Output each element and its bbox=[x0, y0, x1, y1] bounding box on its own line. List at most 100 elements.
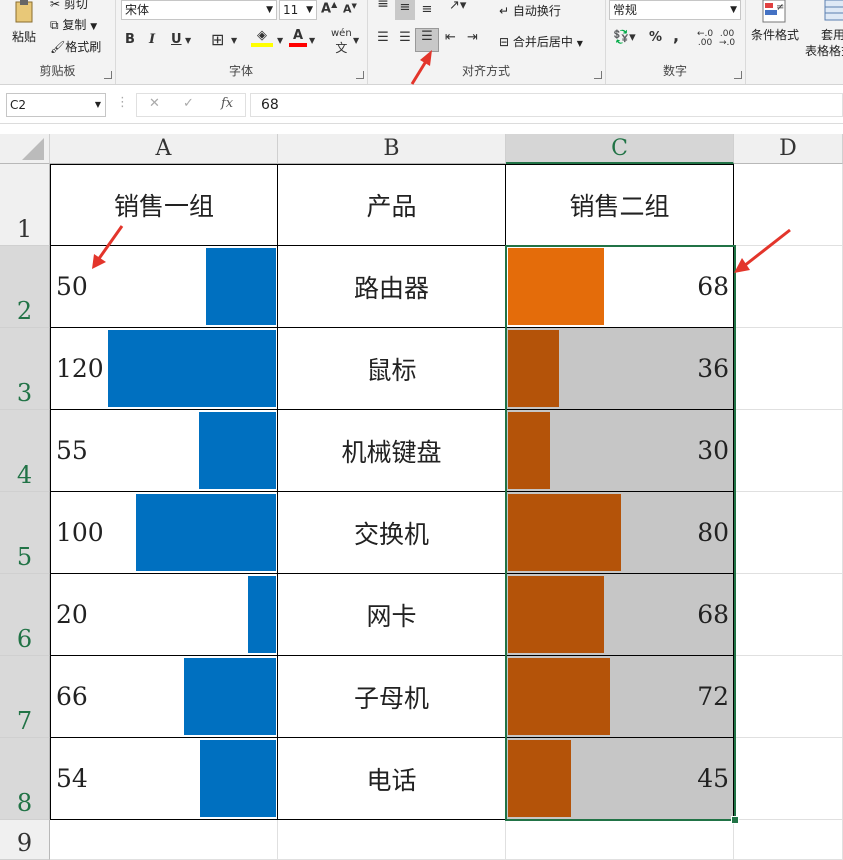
formula-input[interactable]: 68 bbox=[250, 93, 843, 117]
header-cell[interactable]: 产品 bbox=[278, 164, 506, 246]
wrap-text-button[interactable]: ↵ 自动换行 bbox=[499, 2, 561, 19]
format-as-table-button-line2[interactable]: 表格格式 bbox=[805, 42, 843, 59]
decrease-font-button[interactable]: A▼ bbox=[343, 2, 357, 16]
chevron-down-icon[interactable]: ▼ bbox=[277, 36, 283, 45]
select-all-button[interactable] bbox=[0, 134, 50, 164]
increase-font-button[interactable]: A▲ bbox=[321, 0, 337, 16]
group2-cell[interactable]: 80 bbox=[506, 492, 734, 574]
chevron-down-icon[interactable]: ▼ bbox=[309, 36, 315, 45]
group2-cell[interactable]: 30 bbox=[506, 410, 734, 492]
cut-button[interactable]: ✂ 剪切 bbox=[50, 0, 88, 12]
empty-cell[interactable] bbox=[734, 492, 843, 574]
empty-cell[interactable] bbox=[734, 656, 843, 738]
group1-cell[interactable]: 100 bbox=[50, 492, 278, 574]
row-header[interactable]: 3 bbox=[0, 328, 50, 410]
orientation-icon[interactable]: ↗▾ bbox=[449, 0, 466, 13]
underline-button[interactable]: U bbox=[171, 32, 182, 47]
group2-cell[interactable]: 36 bbox=[506, 328, 734, 410]
chevron-down-icon[interactable]: ▼ bbox=[185, 36, 191, 45]
group2-cell[interactable]: 72 bbox=[506, 656, 734, 738]
accounting-format-icon[interactable]: 💱▾ bbox=[613, 30, 636, 45]
product-cell[interactable]: 机械键盘 bbox=[278, 410, 506, 492]
group1-cell[interactable]: 54 bbox=[50, 738, 278, 820]
increase-decimal-icon[interactable]: ←.0.00 bbox=[697, 30, 713, 48]
align-left-icon[interactable]: ☰ bbox=[373, 30, 393, 45]
empty-cell[interactable] bbox=[734, 820, 843, 860]
group2-cell[interactable]: 68 bbox=[506, 246, 734, 328]
paste-button[interactable]: 粘贴 bbox=[12, 28, 36, 45]
column-header-c[interactable]: C bbox=[506, 134, 734, 164]
row-header[interactable]: 6 bbox=[0, 574, 50, 656]
row-header[interactable]: 8 bbox=[0, 738, 50, 820]
alignment-dialog-launcher-icon[interactable] bbox=[594, 71, 602, 79]
increase-indent-icon[interactable]: ⇥ bbox=[467, 30, 478, 45]
copy-button[interactable]: ⧉ 复制 ▼ bbox=[50, 16, 97, 33]
group2-cell[interactable]: 68 bbox=[506, 574, 734, 656]
merge-center-button[interactable]: ⊟ 合并后居中 ▼ bbox=[499, 33, 583, 50]
cancel-icon[interactable]: ✕ bbox=[149, 96, 160, 111]
column-header-a[interactable]: A bbox=[50, 134, 278, 164]
group1-cell[interactable]: 20 bbox=[50, 574, 278, 656]
product-cell[interactable]: 网卡 bbox=[278, 574, 506, 656]
name-box[interactable]: C2 ▼ bbox=[6, 93, 106, 117]
clipboard-dialog-launcher-icon[interactable] bbox=[104, 71, 112, 79]
product-cell[interactable]: 子母机 bbox=[278, 656, 506, 738]
bold-button[interactable]: B bbox=[125, 32, 135, 47]
column-header-d[interactable]: D bbox=[734, 134, 843, 164]
empty-cell[interactable] bbox=[734, 246, 843, 328]
empty-cell[interactable] bbox=[734, 574, 843, 656]
empty-cell[interactable] bbox=[734, 328, 843, 410]
product-cell[interactable]: 电话 bbox=[278, 738, 506, 820]
product-cell[interactable]: 交换机 bbox=[278, 492, 506, 574]
header-cell[interactable]: 销售二组 bbox=[506, 164, 734, 246]
insert-function-button[interactable]: fx bbox=[221, 96, 233, 111]
number-format-select[interactable]: 常规 ▼ bbox=[609, 0, 741, 20]
empty-cell[interactable] bbox=[50, 820, 278, 860]
enter-icon[interactable]: ✓ bbox=[183, 96, 194, 111]
header-cell[interactable]: 销售一组 bbox=[50, 164, 278, 246]
chevron-down-icon[interactable]: ▼ bbox=[231, 36, 237, 45]
font-name-select[interactable]: 宋体 ▼ bbox=[121, 0, 277, 20]
borders-icon[interactable]: ⊞ bbox=[211, 30, 224, 49]
empty-cell[interactable] bbox=[734, 738, 843, 820]
chevron-down-icon[interactable]: ▼ bbox=[353, 36, 359, 45]
format-as-table-button-line1[interactable]: 套用 bbox=[821, 26, 843, 43]
row-header[interactable]: 2 bbox=[0, 246, 50, 328]
fill-handle[interactable] bbox=[731, 816, 739, 824]
column-header-b[interactable]: B bbox=[278, 134, 506, 164]
group1-cell[interactable]: 50 bbox=[50, 246, 278, 328]
font-size-select[interactable]: 11 ▼ bbox=[279, 0, 317, 20]
align-middle-icon[interactable]: ≡ bbox=[395, 0, 415, 20]
align-top-icon[interactable]: ≡ bbox=[373, 0, 393, 12]
comma-style-button[interactable]: , bbox=[673, 26, 679, 45]
row-header[interactable]: 4 bbox=[0, 410, 50, 492]
empty-cell[interactable] bbox=[734, 164, 843, 246]
font-color-button[interactable]: A bbox=[289, 28, 307, 47]
align-bottom-icon[interactable]: ≡ bbox=[417, 2, 437, 17]
empty-cell[interactable] bbox=[734, 410, 843, 492]
conditional-formatting-button[interactable]: 条件格式 bbox=[751, 26, 799, 43]
group1-cell[interactable]: 66 bbox=[50, 656, 278, 738]
fill-color-button[interactable]: ◈ bbox=[251, 28, 273, 47]
empty-cell[interactable] bbox=[278, 820, 506, 860]
group2-cell[interactable]: 45 bbox=[506, 738, 734, 820]
italic-button[interactable]: I bbox=[149, 32, 155, 47]
decrease-indent-icon[interactable]: ⇤ bbox=[445, 30, 456, 45]
font-dialog-launcher-icon[interactable] bbox=[356, 71, 364, 79]
empty-cell[interactable] bbox=[506, 820, 734, 860]
paste-icon[interactable] bbox=[10, 0, 38, 24]
group1-cell[interactable]: 55 bbox=[50, 410, 278, 492]
align-right-icon[interactable]: ☰ bbox=[415, 28, 439, 52]
number-dialog-launcher-icon[interactable] bbox=[734, 71, 742, 79]
row-header[interactable]: 7 bbox=[0, 656, 50, 738]
row-header[interactable]: 1 bbox=[0, 164, 50, 246]
phonetic-button[interactable]: wén 文 bbox=[331, 28, 352, 56]
product-cell[interactable]: 路由器 bbox=[278, 246, 506, 328]
row-header[interactable]: 9 bbox=[0, 820, 50, 860]
decrease-decimal-icon[interactable]: .00 →.0 bbox=[719, 30, 735, 48]
align-center-icon[interactable]: ☰ bbox=[395, 30, 415, 45]
product-cell[interactable]: 鼠标 bbox=[278, 328, 506, 410]
group1-cell[interactable]: 120 bbox=[50, 328, 278, 410]
row-header[interactable]: 5 bbox=[0, 492, 50, 574]
format-painter-button[interactable]: 🖌格式刷 bbox=[50, 38, 101, 55]
